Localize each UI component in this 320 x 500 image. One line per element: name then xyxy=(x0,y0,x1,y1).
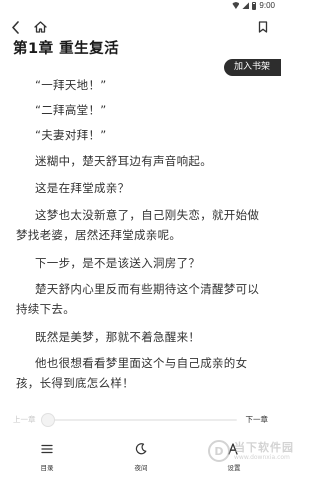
paragraph: 楚天舒内心里反而有些期待这个清醒梦可以持续下去。 xyxy=(16,282,260,316)
bookmark-icon xyxy=(258,21,268,33)
paragraph: “二拜高堂！” xyxy=(35,103,107,117)
watermark-circle-icon: D xyxy=(208,440,230,462)
paragraph: 这梦也太没新意了，自己刚失恋，就开始做梦找老婆，居然还拜堂成亲呢。 xyxy=(16,208,260,242)
battery-icon xyxy=(252,1,257,10)
slider-thumb[interactable] xyxy=(40,413,55,427)
chapter-progress-slider[interactable] xyxy=(42,419,237,421)
watermark-logo: D 当下软件园 www.downxia.com xyxy=(208,437,293,473)
paragraph: “一拜天地！” xyxy=(35,78,107,92)
watermark-url: www.downxia.com xyxy=(234,454,290,461)
chapter-progress-row: 上一章 下一章 xyxy=(0,412,281,428)
tab-catalog-label: 目录 xyxy=(40,464,54,472)
status-time: 9:00 xyxy=(259,1,275,10)
list-icon xyxy=(40,442,54,456)
next-chapter-button[interactable]: 下一章 xyxy=(246,414,269,425)
signal-icon xyxy=(242,2,250,9)
tab-night-mode[interactable]: 夜间 xyxy=(116,442,166,482)
moon-icon xyxy=(134,442,148,456)
paragraph: 既然是美梦，那就不着急醒来！ xyxy=(35,330,201,344)
paragraph: 他也很想看看梦里面这个与自己成亲的女孩，长得到底怎么样！ xyxy=(16,356,248,390)
back-button[interactable] xyxy=(5,17,25,37)
paragraph: “夫妻对拜！” xyxy=(35,128,107,142)
status-bar: 9:00 xyxy=(0,0,281,13)
paragraph: 迷糊中，楚天舒耳边有声音响起。 xyxy=(35,154,212,168)
paragraph: 下一步，是不是该送入洞房了？ xyxy=(35,256,201,270)
wifi-icon xyxy=(232,2,240,9)
chevron-left-icon xyxy=(11,20,19,34)
bookmark-button[interactable] xyxy=(253,17,273,37)
tab-night-mode-label: 夜间 xyxy=(134,464,148,472)
home-icon xyxy=(33,21,47,33)
paragraph: 这是在拜堂成亲？ xyxy=(35,181,130,195)
home-button[interactable] xyxy=(30,17,50,37)
add-to-shelf-button[interactable]: 加入书架 xyxy=(223,59,281,76)
watermark-brand: 当下软件园 xyxy=(234,441,294,454)
prev-chapter-button[interactable]: 上一章 xyxy=(13,414,36,425)
status-icons: 9:00 xyxy=(232,1,275,10)
chapter-title: 第1章 重生复活 xyxy=(13,41,120,57)
tab-catalog[interactable]: 目录 xyxy=(22,442,72,482)
